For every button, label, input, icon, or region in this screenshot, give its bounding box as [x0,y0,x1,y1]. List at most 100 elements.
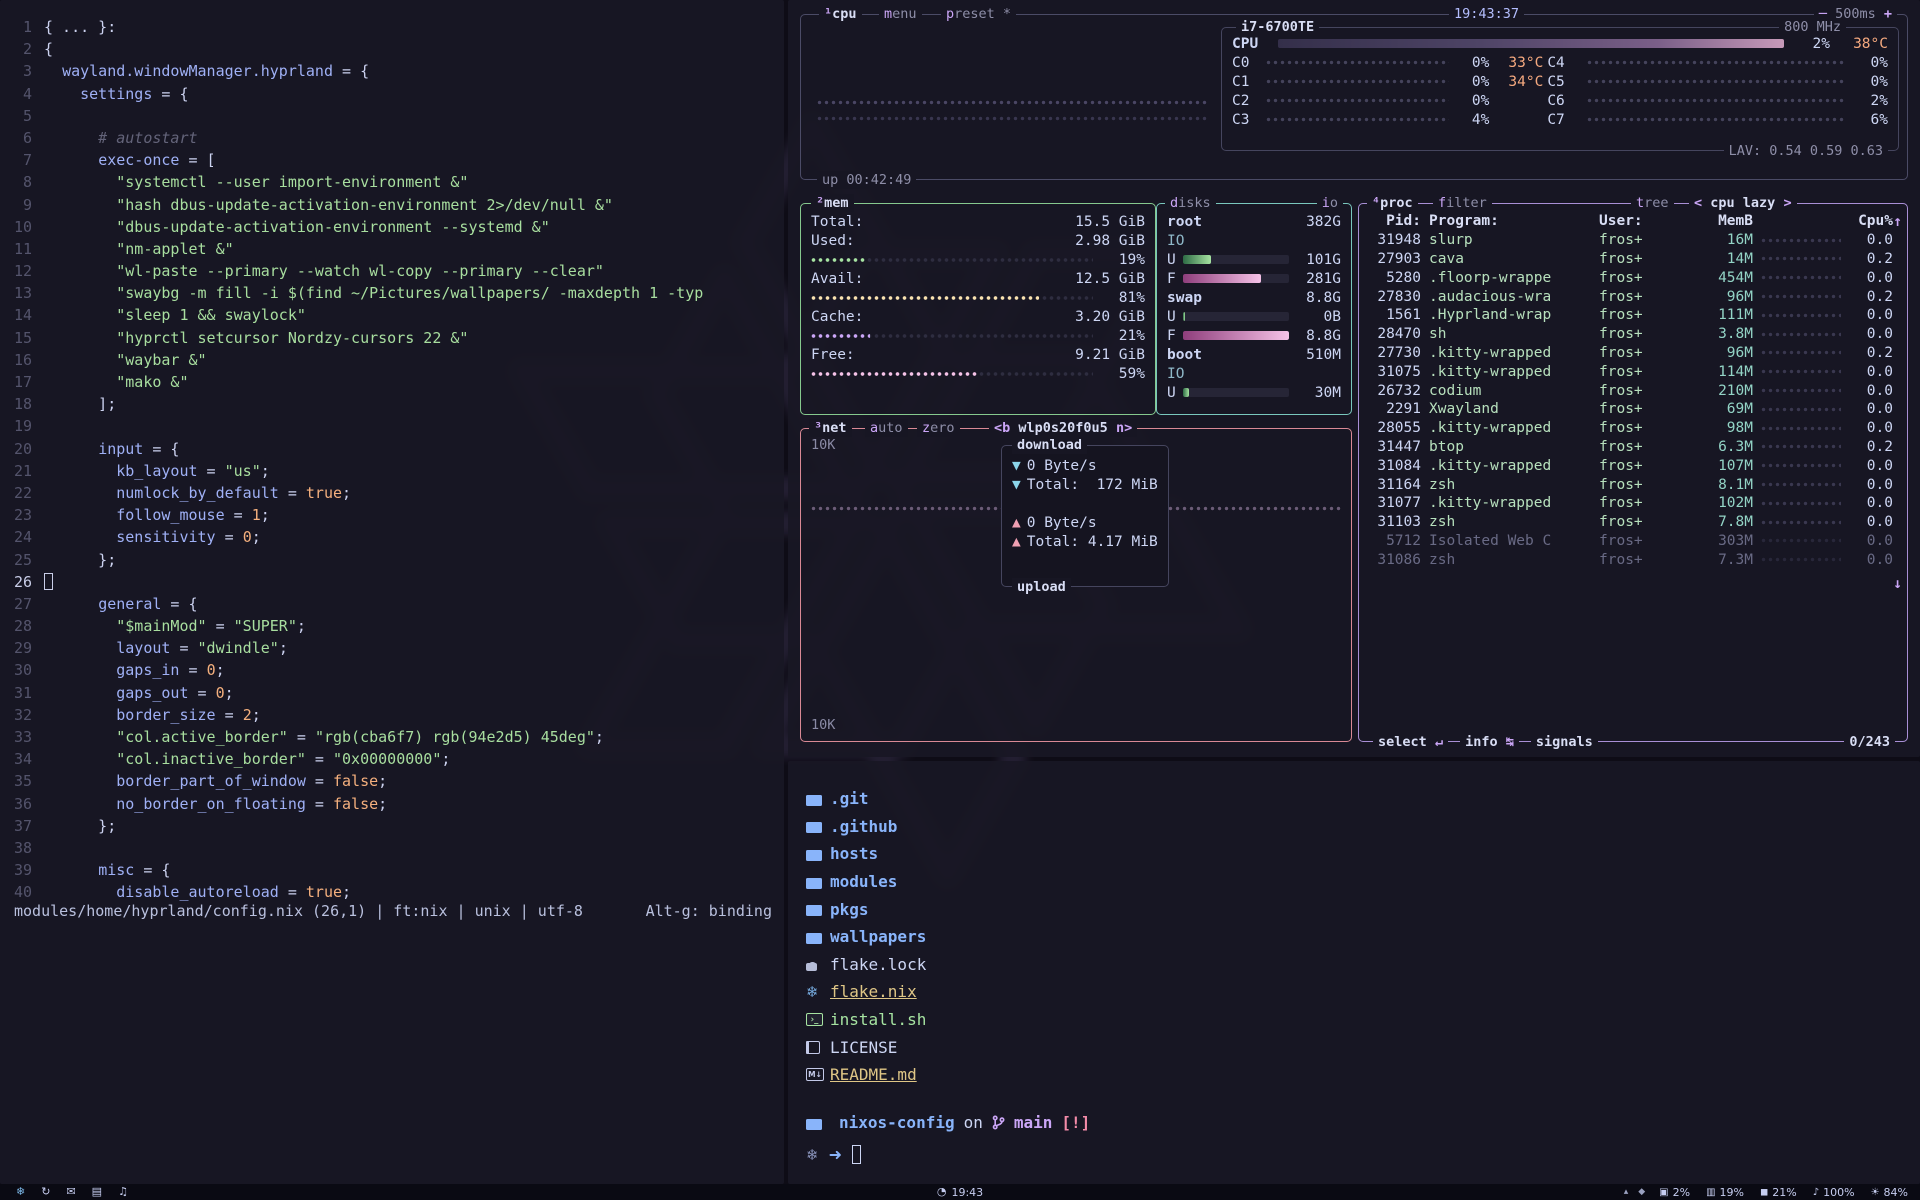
line-number: 17 [0,371,44,393]
code-text: settings = { [44,83,189,105]
editor-line[interactable]: 37 }; [0,815,784,837]
line-number: 24 [0,526,44,548]
editor-line[interactable]: 14 "sleep 1 && swaylock" [0,304,784,326]
editor-line[interactable]: 16 "waybar &" [0,349,784,371]
editor-line[interactable]: 13 "swaybg -m fill -i $(find ~/Pictures/… [0,282,784,304]
memory-module[interactable]: ▥19% [1706,1186,1744,1199]
volume-module[interactable]: ♪100% [1813,1186,1855,1199]
code-text: general = { [44,593,198,615]
tray-icon-1[interactable]: ◆ [1638,1187,1645,1197]
process-row[interactable]: 31164zshfros+8.1M0.0 [1369,475,1897,494]
select-button[interactable]: select ↵ [1373,733,1448,751]
tree-button[interactable]: tree [1631,194,1674,212]
menu-button[interactable]: menu [879,5,922,23]
core-meter [1266,78,1449,85]
net-zero-button[interactable]: zero [917,419,960,437]
brightness-module[interactable]: ☀84% [1871,1186,1908,1199]
tray-icon-0[interactable]: ▴ [1624,1187,1629,1197]
editor-line[interactable]: 28 "$mainMod" = "SUPER"; [0,615,784,637]
editor-line[interactable]: 9 "hash dbus-update-activation-environme… [0,194,784,216]
process-row[interactable]: 31084.kitty-wrappedfros+107M0.0 [1369,456,1897,475]
file-entry: LICENSE [806,1033,1902,1061]
editor-line[interactable]: 8 "systemctl --user import-environment &… [0,171,784,193]
editor-line[interactable]: 10 "dbus-update-activation-environment -… [0,216,784,238]
music-icon[interactable]: ♫ [118,1184,128,1200]
editor-line[interactable]: 11 "nm-applet &" [0,238,784,260]
editor-line[interactable]: 7 exec-once = [ [0,149,784,171]
editor-line[interactable]: 29 layout = "dwindle"; [0,637,784,659]
filter-button[interactable]: filter [1433,194,1492,212]
editor-line[interactable]: 39 misc = { [0,859,784,881]
signals-button[interactable]: signals [1531,733,1598,751]
editor-line[interactable]: 33 "col.active_border" = "rgb(cba6f7) rg… [0,726,784,748]
line-number: 14 [0,304,44,326]
shell-input-line[interactable]: ❄ ➜ [806,1145,861,1164]
editor-line[interactable]: 34 "col.inactive_border" = "0x00000000"; [0,748,784,770]
disk-module[interactable]: ◼21% [1760,1186,1797,1199]
process-cpu-graph [1761,537,1841,544]
process-row[interactable]: 27730.kitty-wrappedfros+96M0.2 [1369,344,1897,363]
editor-line[interactable]: 27 general = { [0,593,784,615]
disks-box-title[interactable]: disks [1165,194,1216,212]
editor-line[interactable]: 19 [0,415,784,437]
editor-line[interactable]: 21 kb_layout = "us"; [0,460,784,482]
editor-line[interactable]: 25 }; [0,549,784,571]
editor-line[interactable]: 35 border_part_of_window = false; [0,770,784,792]
editor-line[interactable]: 31 gaps_out = 0; [0,682,784,704]
editor-line[interactable]: 22 numlock_by_default = true; [0,482,784,504]
process-row[interactable]: 27903cavafros+14M0.2 [1369,250,1897,269]
process-row[interactable]: 5712Isolated Web Cfros+303M0.0 [1369,532,1897,551]
process-row[interactable]: 27830.audacious-wrafros+96M0.2 [1369,287,1897,306]
process-row[interactable]: 31086zshfros+7.3M0.0 [1369,550,1897,569]
editor-line[interactable]: 15 "hyprctl setcursor Nordzy-cursors 22 … [0,327,784,349]
process-row[interactable]: 31103zshfros+7.8M0.0 [1369,513,1897,532]
editor-line[interactable]: 18 ]; [0,393,784,415]
editor-line[interactable]: 23 follow_mouse = 1; [0,504,784,526]
process-row[interactable]: 31075.kitty-wrappedfros+114M0.0 [1369,362,1897,381]
info-button[interactable]: info ↹ [1460,733,1519,751]
net-auto-button[interactable]: auto [865,419,908,437]
display-icon[interactable]: ▤ [92,1184,102,1200]
nixos-logo-icon[interactable]: ❄ [16,1184,25,1200]
process-row[interactable]: 31948slurpfros+16M0.0 [1369,231,1897,250]
editor-line[interactable]: 6 # autostart [0,127,784,149]
process-row[interactable]: 28470shfros+3.8M0.0 [1369,325,1897,344]
editor-line[interactable]: 32 border_size = 2; [0,704,784,726]
editor-line[interactable]: 24 sensitivity = 0; [0,526,784,548]
disk-name-row: swap8.8G [1167,288,1341,307]
reload-icon[interactable]: ↻ [41,1184,50,1200]
process-row[interactable]: 1561.Hyprland-wrapfros+111M0.0 [1369,306,1897,325]
process-row[interactable]: 26732codiumfros+210M0.0 [1369,381,1897,400]
editor-line[interactable]: 20 input = { [0,438,784,460]
io-mode-button[interactable]: io [1317,194,1343,212]
process-cpu-graph [1761,481,1841,488]
process-cpu-graph [1761,368,1841,375]
cpu-module[interactable]: ▣2% [1659,1186,1690,1199]
editor-line[interactable]: 38 [0,837,784,859]
process-row[interactable]: 2291Xwaylandfros+69M0.0 [1369,400,1897,419]
process-row[interactable]: 31077.kitty-wrappedfros+102M0.0 [1369,494,1897,513]
file-name: hosts [830,844,878,863]
net-device-selector[interactable]: <b wlp0s20f0u5 n> [989,419,1137,437]
editor-line[interactable]: 17 "mako &" [0,371,784,393]
code-text: sensitivity = 0; [44,526,261,548]
editor-line[interactable]: 1{ ... }: [0,16,784,38]
preset-button[interactable]: preset * [941,5,1016,23]
sort-mode-selector[interactable]: < cpu lazy > [1689,194,1797,212]
clock-module[interactable]: ◔ 19:43 [937,1184,983,1200]
editor-line[interactable]: 40 disable_autoreload = true; [0,881,784,903]
line-number: 27 [0,593,44,615]
editor-line[interactable]: 30 gaps_in = 0; [0,659,784,681]
process-row[interactable]: 31447btopfros+6.3M0.2 [1369,438,1897,457]
editor-line[interactable]: 3 wayland.windowManager.hyprland = { [0,60,784,82]
editor-line[interactable]: 26 [0,571,784,593]
editor-line[interactable]: 12 "wl-paste --primary --watch wl-copy -… [0,260,784,282]
editor-line[interactable]: 36 no_border_on_floating = false; [0,793,784,815]
editor-line[interactable]: 4 settings = { [0,83,784,105]
editor-line[interactable]: 2{ [0,38,784,60]
scroll-down-icon[interactable]: ↓ [1893,576,1902,592]
editor-line[interactable]: 5 [0,105,784,127]
process-row[interactable]: 28055.kitty-wrappedfros+98M0.0 [1369,419,1897,438]
chat-icon[interactable]: ✉ [66,1184,75,1200]
process-row[interactable]: 5280.floorp-wrappefros+454M0.0 [1369,268,1897,287]
